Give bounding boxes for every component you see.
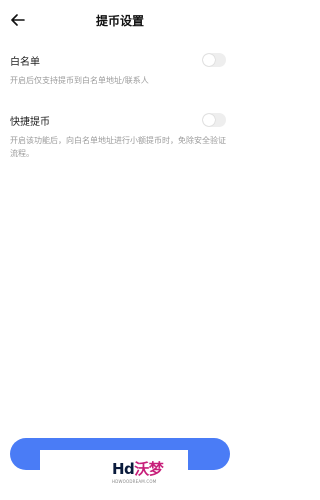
toggle-knob bbox=[203, 54, 215, 66]
whitelist-label: 白名单 bbox=[10, 56, 40, 68]
nav-bar: 提币设置 bbox=[0, 0, 240, 44]
quick-withdraw-label: 快捷提币 bbox=[10, 116, 50, 128]
page-title: 提币设置 bbox=[95, 14, 144, 28]
watermark: Hd沃梦 HDWOODREAM.COM bbox=[40, 450, 188, 500]
quick-withdraw-description: 开启该功能后，向白名单地址进行小额提币时，免除安全验证流程。 bbox=[10, 136, 226, 158]
whitelist-toggle[interactable] bbox=[202, 53, 226, 67]
watermark-url: HDWOODREAM.COM bbox=[112, 479, 157, 484]
watermark-logo-en: Hd bbox=[112, 460, 135, 478]
quick-withdraw-toggle[interactable] bbox=[202, 113, 226, 127]
toggle-knob bbox=[203, 114, 215, 126]
whitelist-description: 开启后仅支持提币到白名单地址/联系人 bbox=[10, 76, 149, 85]
whitelist-setting: 白名单 开启后仅支持提币到白名单地址/联系人 bbox=[10, 52, 230, 87]
quick-withdraw-setting: 快捷提币 开启该功能后，向白名单地址进行小额提币时，免除安全验证流程。 bbox=[10, 112, 230, 160]
watermark-logo-cn: 沃梦 bbox=[134, 460, 164, 478]
watermark-logo: Hd沃梦 bbox=[112, 458, 164, 479]
